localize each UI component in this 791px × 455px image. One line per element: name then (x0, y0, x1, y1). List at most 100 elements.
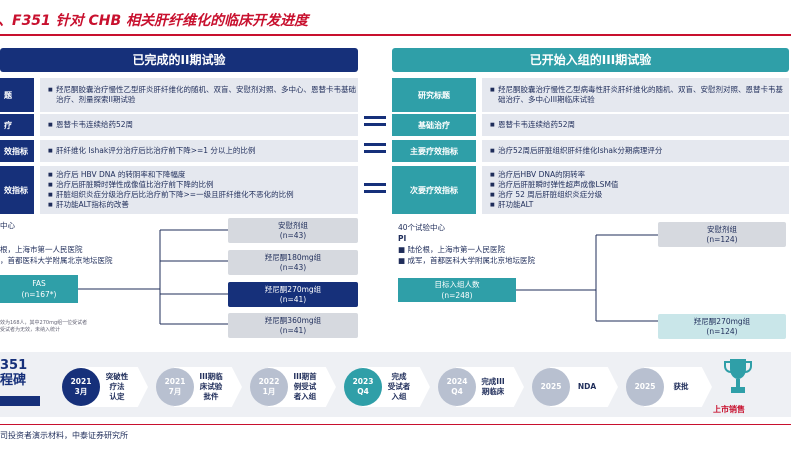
milestone-date-circle: 2021 3月 (62, 368, 100, 406)
milestone-month: 3月 (74, 387, 88, 396)
phase2-connector (78, 229, 228, 325)
row-item: 恩替卡韦连续给药52周 (490, 120, 575, 130)
phase2-row-label: 效指标 (0, 166, 34, 214)
row-item: 肝功能ALT指标的改善 (48, 200, 294, 210)
fas-box: FAS (n=167*) (0, 275, 78, 303)
dose-arm-360: 羟尼酮360mg组 (n=41) (228, 313, 358, 338)
milestone-date-circle: 2023 Q4 (344, 368, 382, 406)
milestone-line: 疗法 (109, 382, 125, 391)
arm-name: 羟尼酮360mg组 (264, 316, 322, 325)
phase2-pi: ，首都医科大学附属北京地坛医院 (0, 256, 113, 265)
milestone-month: 1月 (262, 387, 276, 396)
row-item: 肝脏组织炎症分级治疗后比治疗前下降>=一级且肝纤维化不恶化的比例 (48, 190, 294, 200)
milestone-year: 2022 (258, 377, 280, 386)
arm-name: 安慰剂组 (278, 221, 308, 230)
milestone-text: NDA (570, 382, 604, 392)
arm-name: 羟尼酮270mg组 (693, 317, 751, 326)
milestone-text: III期临 床试验 批件 (194, 372, 228, 402)
milestone-year: 2025 (540, 382, 562, 391)
milestone-bar-decor (0, 396, 40, 406)
arm-name: 安慰剂组 (707, 225, 737, 234)
row-item: 治疗后HBV DNA的阴转率 (490, 170, 618, 180)
milestone-line: NDA (577, 382, 597, 391)
dose-arm-270: 羟尼酮270mg组 (n=41) (228, 282, 358, 307)
phase2-centers: 中心 (0, 221, 15, 230)
row-item: 治疗后 HBV DNA 的转阴率和下降幅度 (48, 170, 294, 180)
phase2-row-cell: 羟尼酮胶囊治疗慢性乙型肝炎肝纤维化的随机、双盲、安慰剂对照、多中心、恩替卡韦基础… (40, 78, 358, 112)
dose-arm-180: 羟尼酮180mg组 (n=43) (228, 250, 358, 275)
milestone-month: 7月 (168, 387, 182, 396)
phase3-centers: 40个试验中心 (398, 223, 446, 232)
title-divider (0, 34, 791, 36)
milestone-heading-line: 351 (0, 358, 28, 373)
phase3-placebo-arm: 安慰剂组 (n=124) (658, 222, 786, 247)
milestone-year: 2024 (446, 377, 468, 386)
phase2-row-cell: 治疗后 HBV DNA 的转阴率和下降幅度 治疗后肝脏瞬时弹性成像值比治疗前下降… (40, 166, 358, 214)
source-note: 司投资者演示材料，中泰证券研究所 (0, 431, 128, 440)
phase3-row-cell: 羟尼酮胶囊治疗慢性乙型病毒性肝炎肝纤维化的随机、双盲、安慰剂对照、恩替卡韦基础治… (482, 78, 789, 112)
milestone-heading-line: 程碑 (0, 373, 27, 388)
milestone-month: Q4 (451, 387, 463, 396)
milestone-line: 批件 (203, 392, 219, 401)
phase3-row-label: 主要疗效指标 (392, 140, 476, 162)
milestone-line: 期临床 (481, 387, 505, 396)
phase3-pi: ■ 陆伦根，上海市第一人民医院 (398, 245, 505, 254)
phase3-row-cell: 治疗52周后肝脏组织肝纤维化Ishak分期病理评分 (482, 140, 789, 162)
arm-count: (n=43) (279, 263, 307, 272)
milestone-heading: 351 程碑 (0, 358, 27, 388)
arm-count: (n=41) (279, 295, 307, 304)
fas-label: FAS (32, 279, 46, 288)
milestone-year: 2025 (634, 382, 656, 391)
milestone-year: 2023 (352, 377, 374, 386)
milestone-line: 完成 (391, 372, 407, 381)
phase2-pi: 根，上海市第一人民医院 (0, 245, 83, 254)
phase2-row-label: 效指标 (0, 140, 34, 162)
equals-icon (364, 116, 386, 130)
row-item: 恩替卡韦连续给药52周 (48, 120, 133, 130)
phase3-pi-label: PI (398, 234, 407, 243)
pi-name: 成军，首都医科大学附属北京地坛医院 (407, 256, 535, 265)
arm-name: 羟尼酮180mg组 (264, 253, 322, 262)
phase3-row-cell: 治疗后HBV DNA的阴转率 治疗后肝脏瞬时弹性超声成像LSM值 治疗 52 周… (482, 166, 789, 214)
phase2-row-label: 题 (0, 78, 34, 112)
row-item: 治疗后肝脏瞬时弹性超声成像LSM值 (490, 180, 618, 190)
target-enrollment-box: 目标入组人数 (n=248) (398, 278, 516, 302)
milestone-line: 例受试 (293, 382, 317, 391)
phase2-row-cell: 恩替卡韦连续给药52周 (40, 114, 358, 136)
row-item: 肝纤维化 Ishak评分治疗后比治疗前下降>=1 分以上的比例 (48, 146, 255, 156)
milestone-line: 床试验 (199, 382, 223, 391)
phase3-connector (516, 234, 658, 322)
milestone-date-circle: 2024 Q4 (438, 368, 476, 406)
target-count: (n=248) (441, 291, 473, 300)
milestone-month: Q4 (357, 387, 369, 396)
milestone-line: 获批 (673, 382, 689, 391)
milestone-text: 突破性 疗法 认定 (100, 372, 134, 402)
phase2-row-label: 疗 (0, 114, 34, 136)
milestone-year: 2021 (70, 377, 92, 386)
arm-count: (n=124) (706, 327, 738, 336)
arm-name: 羟尼酮270mg组 (264, 285, 322, 294)
phase3-row-cell: 恩替卡韦连续给药52周 (482, 114, 789, 136)
milestone-line: 者入组 (293, 392, 317, 401)
row-item: 羟尼酮胶囊治疗慢性乙型肝炎肝纤维化的随机、双盲、安慰剂对照、多中心、恩替卡韦基础… (48, 85, 358, 105)
footnote: 受试者为无效，未纳入统计 (0, 327, 61, 333)
row-item: 羟尼酮胶囊治疗慢性乙型病毒性肝炎肝纤维化的随机、双盲、安慰剂对照、恩替卡韦基础治… (490, 85, 789, 105)
arm-count: (n=41) (279, 326, 307, 335)
milestone-line: 突破性 (105, 372, 129, 381)
row-item: 治疗后肝脏瞬时弹性成像值比治疗前下降的比例 (48, 180, 294, 190)
equals-icon (364, 183, 386, 197)
milestone-date-circle: 2025 (532, 368, 570, 406)
phase2-row-cell: 肝纤维化 Ishak评分治疗后比治疗前下降>=1 分以上的比例 (40, 140, 358, 162)
phase3-dose-arm-270: 羟尼酮270mg组 (n=124) (658, 314, 786, 339)
milestone-text: 获批 (664, 382, 698, 392)
phase2-header: 已完成的II期试验 (0, 48, 358, 72)
milestone-date-circle: 2021 7月 (156, 368, 194, 406)
milestone-text: III期首 例受试 者入组 (288, 372, 322, 402)
phase3-row-label: 基础治疗 (392, 114, 476, 136)
milestone-text: 完成III 期临床 (476, 377, 510, 397)
arm-count: (n=43) (279, 231, 307, 240)
milestone-line: 受试者 (387, 382, 411, 391)
phase3-row-label: 研究标题 (392, 78, 476, 112)
milestone-line: III期临 (199, 372, 223, 381)
footnote: 效为168人，其中270mg组一位受试者 (0, 320, 88, 326)
